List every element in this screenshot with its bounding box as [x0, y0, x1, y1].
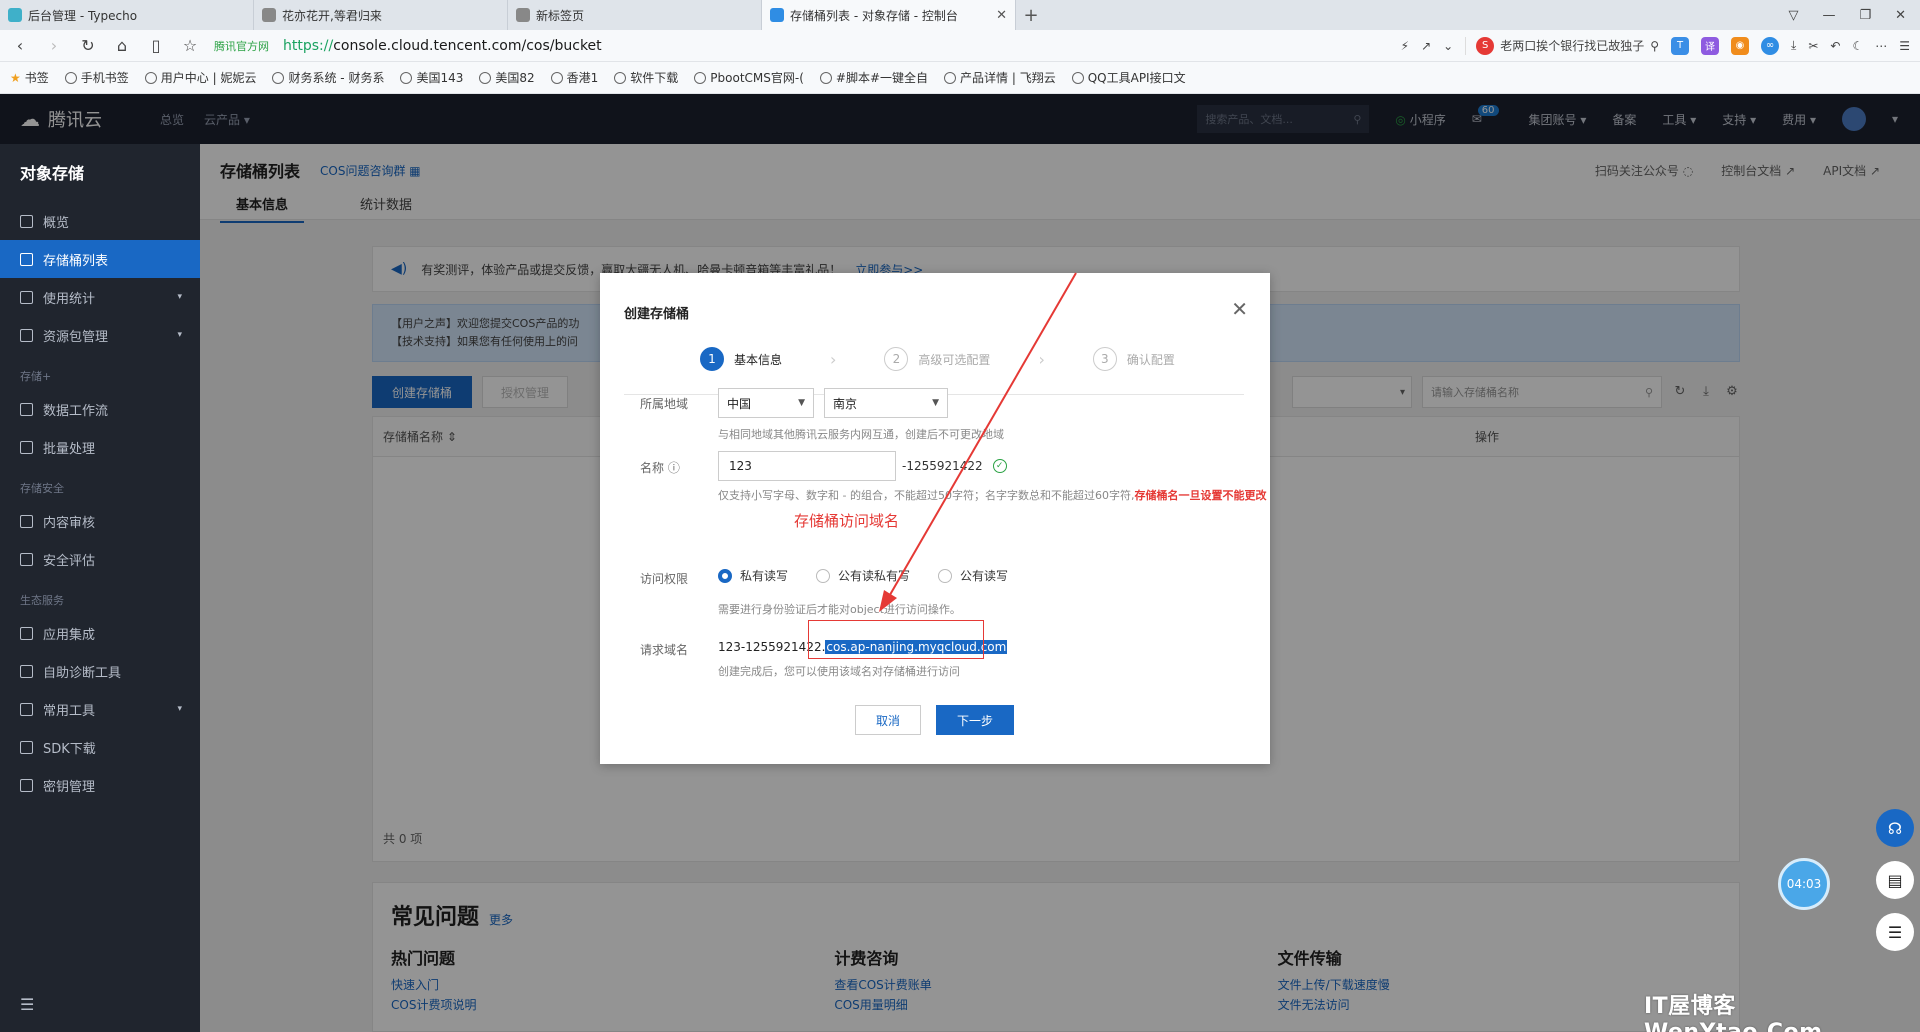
- support-headset-icon[interactable]: ☊: [1876, 809, 1914, 847]
- list-icon[interactable]: ☰: [1876, 913, 1914, 951]
- book-icon[interactable]: ▤: [1876, 861, 1914, 899]
- watermark: IT屋博客 WenYtao.Com: [1644, 994, 1822, 1032]
- annotation-box: [808, 620, 984, 659]
- floating-timer[interactable]: 04:03: [1778, 858, 1830, 910]
- annotation-text: 存储桶访问域名: [794, 512, 900, 530]
- annotation-arrow: [879, 272, 1077, 612]
